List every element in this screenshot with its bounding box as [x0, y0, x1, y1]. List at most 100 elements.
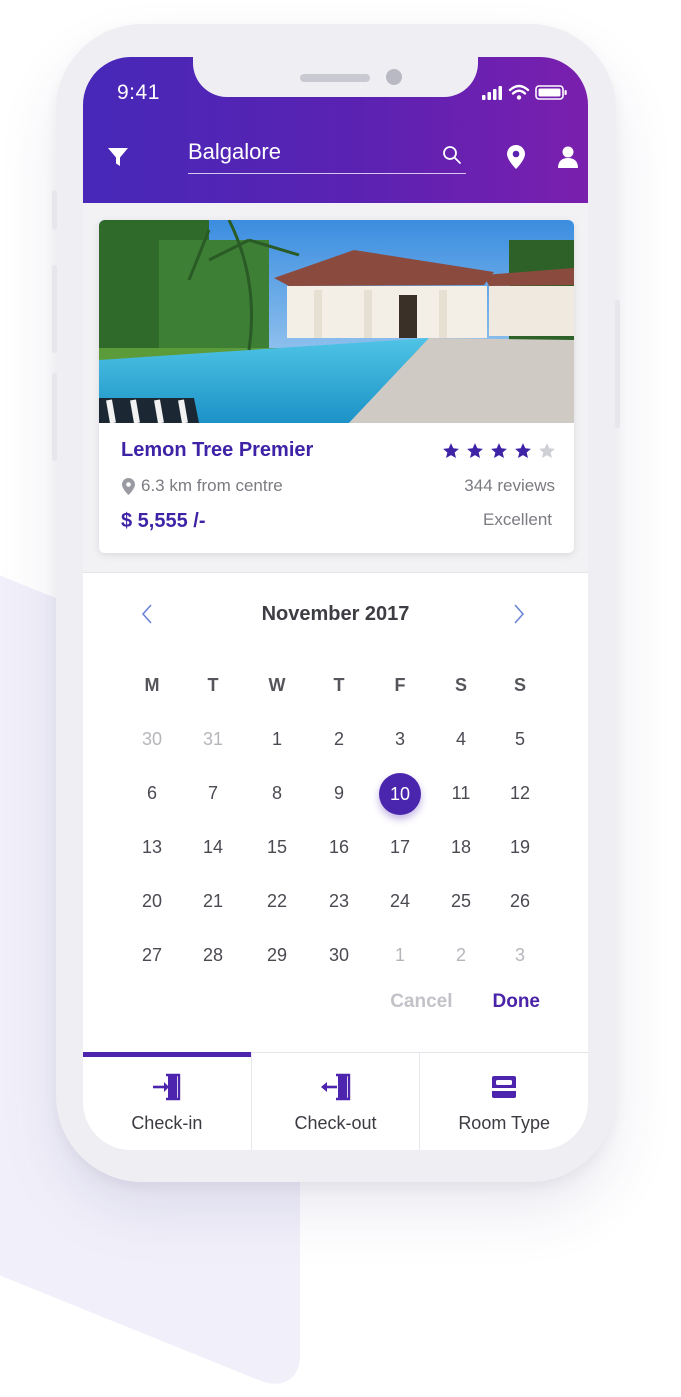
day-number: 5	[514, 729, 525, 749]
weekday-label: F	[394, 675, 406, 695]
day-number: 1	[394, 945, 405, 965]
signal-icon	[482, 86, 502, 100]
star-icon	[539, 443, 555, 459]
done-button[interactable]: Done	[493, 991, 541, 1013]
calendar-day[interactable]: 25	[438, 881, 484, 921]
hotel-name[interactable]: Lemon Tree Premier	[121, 439, 313, 462]
calendar-day[interactable]: 24	[377, 881, 423, 921]
calendar-week: 13 14 15 16 17 18 19	[121, 827, 581, 881]
day-number: 24	[389, 891, 411, 911]
weekday-label: T	[333, 675, 345, 695]
calendar-day[interactable]: 14	[190, 827, 236, 867]
calendar-day[interactable]: 11	[438, 773, 484, 813]
calendar-day[interactable]: 6	[129, 773, 175, 813]
calendar-day[interactable]: 30	[316, 935, 362, 975]
search-input[interactable]: Balgalore	[188, 139, 281, 165]
day-number: 4	[455, 729, 466, 749]
weekday-label: M	[144, 675, 160, 695]
search-icon[interactable]	[442, 145, 462, 170]
calendar-day[interactable]: 21	[190, 881, 236, 921]
status-icons	[482, 83, 568, 103]
calendar-day[interactable]: 12	[497, 773, 543, 813]
calendar-day[interactable]: 7	[190, 773, 236, 813]
calendar-day[interactable]: 22	[254, 881, 300, 921]
calendar-day[interactable]: 1	[377, 935, 423, 975]
side-button	[615, 300, 620, 428]
day-number: 27	[141, 945, 163, 965]
calendar-day[interactable]: 9	[316, 773, 362, 813]
calendar-day[interactable]: 30	[129, 719, 175, 759]
tab-check-out[interactable]: Check-out	[252, 1053, 421, 1150]
calendar-day[interactable]: 29	[254, 935, 300, 975]
day-number: 26	[509, 891, 531, 911]
user-icon[interactable]	[558, 146, 578, 173]
side-button	[52, 373, 57, 461]
calendar-day[interactable]: 8	[254, 773, 300, 813]
day-number: 15	[266, 837, 288, 857]
tab-label: Check-out	[294, 1113, 377, 1133]
day-number: 2	[455, 945, 466, 965]
search-bar[interactable]: Balgalore	[188, 135, 466, 174]
calendar-day[interactable]: 4	[438, 719, 484, 759]
app-screen: 9:41 Balgalore Lemon Tree Premier 6.3 km…	[83, 57, 588, 1150]
calendar-day[interactable]: 3	[497, 935, 543, 975]
next-month-button[interactable]	[513, 603, 525, 630]
calendar-day[interactable]: 19	[497, 827, 543, 867]
calendar-day-selected[interactable]: 10	[377, 773, 423, 815]
calendar-day[interactable]: 5	[497, 719, 543, 759]
day-number: 25	[450, 891, 472, 911]
day-number: 2	[333, 729, 344, 749]
reviews-count[interactable]: 344 reviews	[464, 476, 555, 496]
calendar-day[interactable]: 2	[316, 719, 362, 759]
weekday-label: S	[454, 675, 467, 695]
calendar-day[interactable]: 3	[377, 719, 423, 759]
day-number: 8	[271, 783, 282, 803]
day-number: 30	[328, 945, 350, 965]
day-number: 23	[328, 891, 350, 911]
calendar-day[interactable]: 13	[129, 827, 175, 867]
day-number: 1	[271, 729, 282, 749]
hotel-distance: 6.3 km from centre	[122, 476, 283, 496]
day-number: 19	[509, 837, 531, 857]
calendar-day[interactable]: 2	[438, 935, 484, 975]
side-button	[52, 190, 57, 230]
calendar-actions: Cancel Done	[390, 991, 540, 1013]
day-number: 20	[141, 891, 163, 911]
weekday-label: S	[513, 675, 526, 695]
day-number: 29	[266, 945, 288, 965]
calendar-day[interactable]: 1	[254, 719, 300, 759]
status-time: 9:41	[117, 81, 160, 104]
calendar-day[interactable]: 20	[129, 881, 175, 921]
hotel-photo	[99, 220, 574, 424]
calendar-day[interactable]: 18	[438, 827, 484, 867]
star-icon	[491, 443, 507, 459]
calendar-week: 6 7 8 9 10 11 12	[121, 773, 581, 827]
calendar-day[interactable]: 16	[316, 827, 362, 867]
calendar-day[interactable]: 31	[190, 719, 236, 759]
calendar-grid: M T W T F S S 30 31 1 2 3 4 5 6 7 8 9 10 11 12 13 14 15 16 17 18 19…	[121, 665, 581, 989]
weekday-label: W	[268, 675, 286, 695]
rating-label: Excellent	[483, 510, 552, 529]
calendar-day[interactable]: 28	[190, 935, 236, 975]
tab-check-in[interactable]: Check-in	[83, 1052, 252, 1150]
calendar-week: 20 21 22 23 24 25 26	[121, 881, 581, 935]
calendar-day[interactable]: 15	[254, 827, 300, 867]
day-number: 17	[389, 837, 411, 857]
day-number: 10	[379, 773, 421, 815]
map-pin-icon	[122, 477, 135, 495]
bottom-tab-bar: Check-in Check-out Room Type	[83, 1052, 588, 1150]
location-pin-icon[interactable]	[507, 145, 525, 174]
hotel-card[interactable]: Lemon Tree Premier 6.3 km from centre 34…	[99, 220, 574, 553]
calendar-day[interactable]: 26	[497, 881, 543, 921]
bed-icon	[490, 1073, 518, 1106]
tab-room-type[interactable]: Room Type	[420, 1053, 588, 1150]
calendar-day[interactable]: 23	[316, 881, 362, 921]
day-number: 16	[328, 837, 350, 857]
day-number: 31	[202, 729, 224, 749]
calendar-day[interactable]: 27	[129, 935, 175, 975]
filter-icon[interactable]	[107, 146, 129, 173]
day-number: 3	[394, 729, 405, 749]
day-number: 12	[509, 783, 531, 803]
calendar-day[interactable]: 17	[377, 827, 423, 867]
cancel-button[interactable]: Cancel	[390, 991, 452, 1013]
